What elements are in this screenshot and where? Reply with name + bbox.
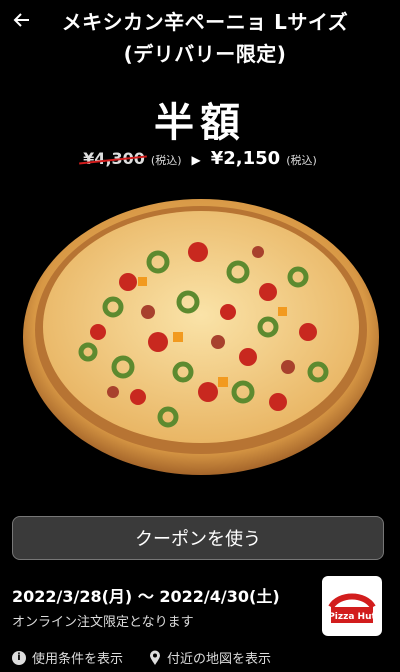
sale-tax: (税込) <box>286 154 317 167</box>
svg-text:Pizza Hut: Pizza Hut <box>328 612 376 622</box>
sale-price: ¥2,150 <box>210 148 281 169</box>
headline: 半額 <box>154 100 246 146</box>
validity-dates: 2022/3/28(月) 〜 2022/4/30(土) <box>12 587 280 606</box>
map-label: 付近の地図を表示 <box>167 652 272 667</box>
price-arrow-icon: ▶ <box>191 153 201 167</box>
validity-note: オンライン注文限定となります <box>12 615 194 630</box>
pizza-hut-logo: Pizza Hut <box>322 576 382 636</box>
page-title: メキシカン辛ペーニョ Lサイズ (デリバリー限定) <box>30 6 380 70</box>
pizza-image <box>18 182 384 482</box>
original-price: ¥4,300 <box>79 149 147 168</box>
arrow-left-icon <box>13 13 29 27</box>
pizza-hut-logo-icon: Pizza Hut <box>328 593 376 623</box>
use-coupon-button[interactable]: クーポンを使う <box>12 516 384 560</box>
original-tax: (税込) <box>150 154 182 167</box>
map-pin-icon <box>150 650 161 665</box>
footer: i 使用条件を表示 付近の地図を表示 <box>12 648 390 667</box>
map-link[interactable]: 付近の地図を表示 <box>149 648 271 667</box>
terms-label: 使用条件を表示 <box>32 652 124 667</box>
terms-link[interactable]: i 使用条件を表示 <box>12 648 123 667</box>
info-icon: i <box>12 650 26 665</box>
pizza-illustration <box>23 199 379 475</box>
price-row: ¥4,300 (税込) ▶ ¥2,150 (税込) <box>0 148 400 169</box>
title-line-1: メキシカン辛ペーニョ Lサイズ <box>61 10 349 34</box>
title-line-2: (デリバリー限定) <box>123 42 287 66</box>
